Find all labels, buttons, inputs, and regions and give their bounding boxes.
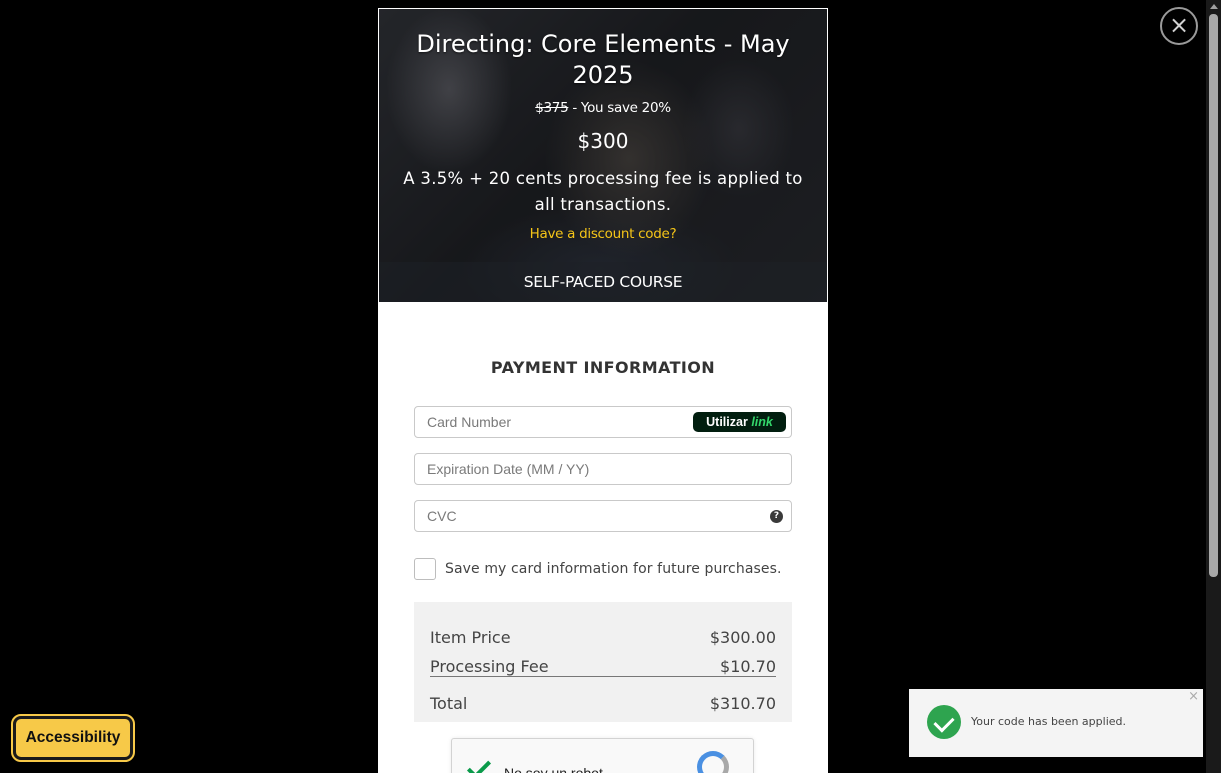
original-price: $375 [535,100,569,116]
total-value: $310.70 [709,694,776,713]
cvc-field[interactable]: ? [414,500,792,532]
recaptcha-label: No soy un robot [504,765,603,773]
scrollbar-thumb[interactable] [1209,14,1218,577]
page-viewport: Directing: Core Elements - May 2025 $375… [0,0,1221,773]
summary-row-value: $300.00 [709,628,776,647]
hero-content: Directing: Core Elements - May 2025 $375… [379,9,827,302]
success-toast: Your code has been applied. × [909,689,1203,757]
course-hero-banner: Directing: Core Elements - May 2025 $375… [379,9,827,302]
success-check-icon [927,705,961,739]
accessibility-button[interactable]: Accessibility [11,714,135,762]
savings-text: - You save 20% [568,100,671,116]
checkout-modal: Directing: Core Elements - May 2025 $375… [378,8,828,773]
page-scrollbar[interactable] [1206,0,1221,773]
scroll-up-arrow-icon[interactable] [1210,4,1218,9]
order-summary: Item Price $300.00 Processing Fee $10.70… [414,602,792,722]
summary-divider [430,676,776,677]
recaptcha-widget[interactable]: No soy un robot [451,738,754,773]
close-modal-button[interactable]: × [1160,7,1198,45]
price-savings-line: $375 - You save 20% [379,100,827,116]
recaptcha-checkmark-icon[interactable] [466,754,492,773]
link-pay-button[interactable]: Utilizar link [693,412,786,432]
course-title: Directing: Core Elements - May 2025 [416,30,790,89]
toast-message: Your code has been applied. [971,715,1126,728]
summary-total-row: Total $310.70 [430,694,776,713]
current-price: $300 [577,129,629,153]
toast-close-icon[interactable]: × [1188,689,1199,704]
payment-section-title: PAYMENT INFORMATION [490,358,716,377]
save-card-checkbox[interactable] [414,558,436,580]
save-card-row[interactable]: Save my card information for future purc… [414,558,782,580]
course-type-label: SELF-PACED COURSE [379,262,827,302]
save-card-label: Save my card information for future purc… [445,561,782,577]
expiration-date-field[interactable] [414,453,792,485]
processing-fee-note: A 3.5% + 20 cents processing fee is appl… [403,169,803,214]
summary-row: Processing Fee $10.70 [430,657,776,676]
expiration-date-input[interactable] [415,454,791,484]
card-number-field[interactable]: Utilizar link [414,406,792,438]
summary-row-value: $10.70 [720,657,776,676]
summary-row: Item Price $300.00 [430,628,776,647]
cvc-input[interactable] [415,501,791,531]
summary-row-label: Processing Fee [430,657,549,676]
link-logo-icon: link [751,415,773,429]
summary-row-label: Item Price [430,628,511,647]
cvc-help-icon[interactable]: ? [770,510,783,523]
recaptcha-logo-icon [697,751,729,773]
link-badge-prefix: Utilizar [706,415,748,429]
total-label: Total [430,694,468,713]
discount-code-link[interactable]: Have a discount code? [379,226,827,242]
